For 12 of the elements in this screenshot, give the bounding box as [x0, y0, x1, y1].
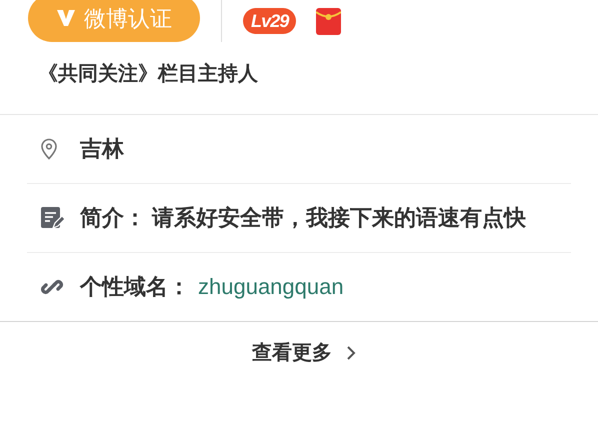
location-text: 吉林 — [80, 135, 125, 163]
profile-title: 《共同关注》栏目主持人 — [38, 62, 259, 87]
location-pin-icon — [40, 138, 58, 160]
envelope-icon — [316, 8, 342, 34]
bio-text: 简介： 请系好安全带，我接下来的语速有点快 — [80, 204, 528, 232]
level-badge: Lv29 — [243, 8, 296, 34]
chevron-right-icon — [346, 345, 356, 361]
view-more-link[interactable]: 查看更多 — [252, 338, 356, 368]
domain-link[interactable]: zhuguangquan — [198, 269, 344, 305]
v-mark-icon — [56, 8, 76, 28]
note-edit-icon — [40, 206, 64, 230]
domain-label: 个性域名： — [80, 273, 190, 301]
